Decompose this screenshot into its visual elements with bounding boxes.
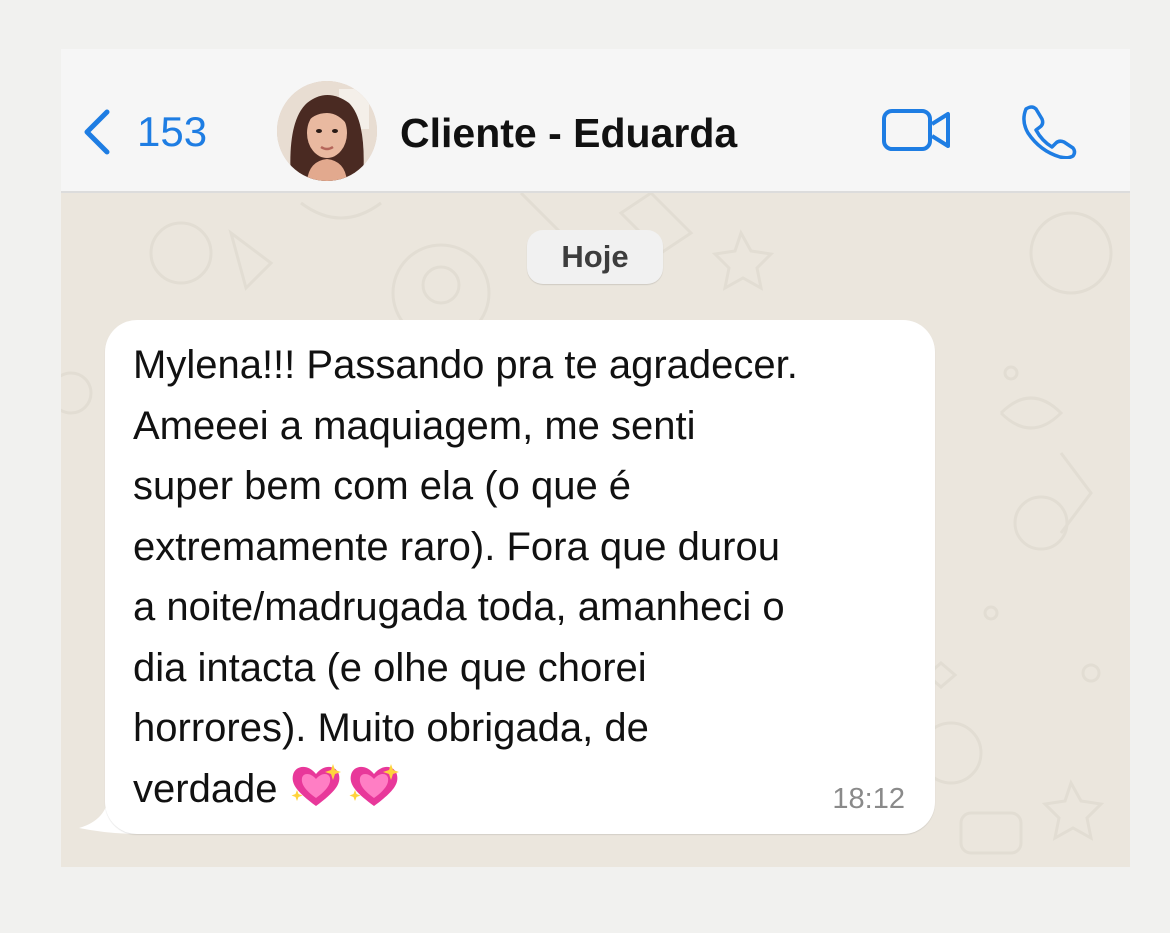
message-body: Mylena!!! Passando pra te agradecer. Ame… — [133, 343, 798, 811]
date-separator: Hoje — [527, 230, 663, 284]
chat-header: 153 Cliente - Eduarda — [61, 49, 1130, 193]
contact-name[interactable]: Cliente - Eduarda — [400, 109, 737, 157]
sparkling-heart-icon — [289, 762, 343, 826]
chat-screen: 153 Cliente - Eduarda Hoje Mylena!!! Pas… — [61, 49, 1130, 867]
avatar[interactable] — [277, 81, 377, 181]
back-button[interactable]: 153 — [81, 107, 207, 157]
message-text: Mylena!!! Passando pra te agradecer. Ame… — [133, 335, 923, 825]
video-call-icon[interactable] — [881, 107, 953, 153]
phone-icon[interactable] — [1018, 103, 1078, 159]
message-bubble[interactable]: Mylena!!! Passando pra te agradecer. Ame… — [105, 320, 935, 834]
chevron-left-icon — [84, 109, 110, 155]
unread-count: 153 — [137, 108, 208, 155]
sparkling-heart-icon — [347, 762, 401, 826]
profile-photo — [277, 81, 377, 181]
message-time: 18:12 — [832, 783, 905, 815]
